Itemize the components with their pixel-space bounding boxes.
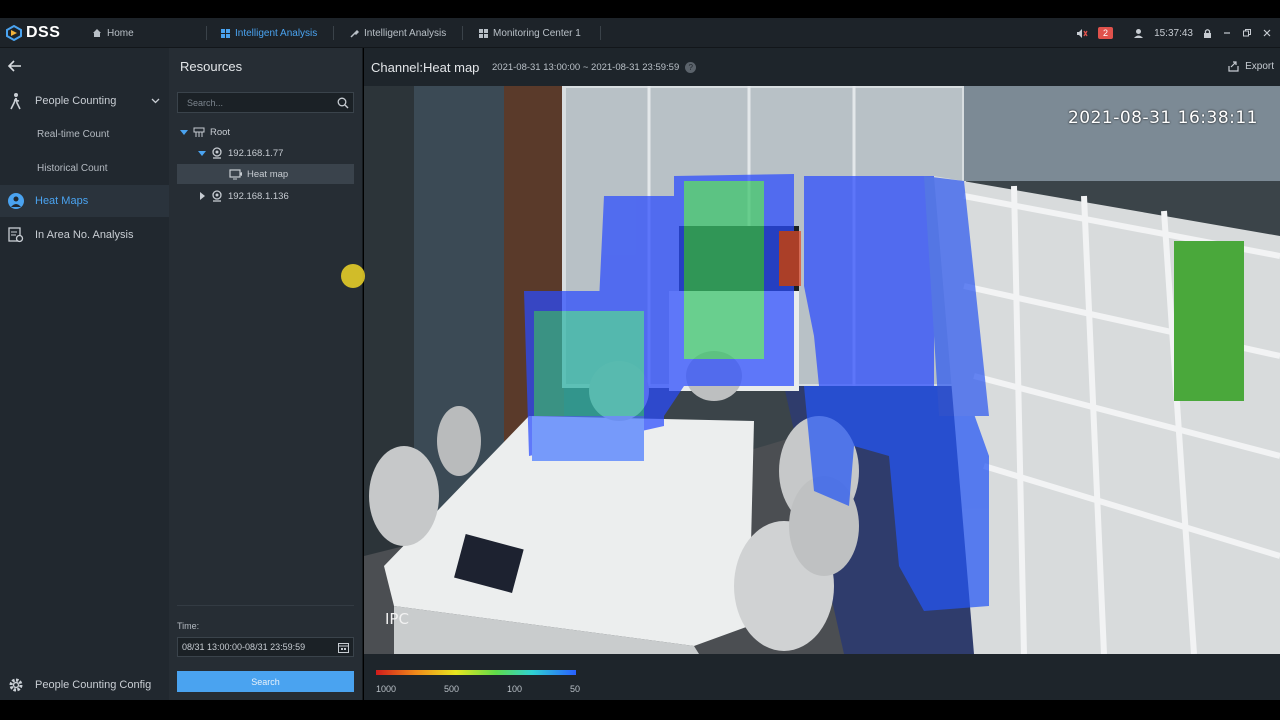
app-logo: DSS — [6, 23, 60, 43]
search-button[interactable]: Search — [177, 671, 354, 692]
time-range-text: 2021-08-31 13:00:00 ~ 2021-08-31 23:59:5… — [492, 62, 680, 73]
config-label: People Counting Config — [35, 679, 152, 691]
sidebar-item-heat-maps[interactable]: Heat Maps — [0, 185, 169, 217]
time-range-field[interactable]: 08/31 13:00:00-08/31 23:59:59 — [177, 637, 354, 657]
sidebar-item-label: In Area No. Analysis — [35, 229, 134, 241]
tab-label: Home — [107, 27, 134, 39]
back-arrow-icon[interactable] — [6, 58, 24, 74]
camera-device-icon — [212, 190, 222, 202]
tab-monitoring-center[interactable]: Monitoring Center 1 — [479, 18, 581, 48]
heatmap-video-view[interactable]: 2021-08-31 16:38:11 IPC — [364, 86, 1280, 654]
tree-node-root[interactable]: Root — [177, 122, 354, 142]
tab-intelligent-analysis[interactable]: Intelligent Analysis — [350, 18, 446, 48]
expand-triangle-icon[interactable] — [198, 150, 206, 156]
tree-node-label: Root — [210, 126, 231, 138]
legend-label-1000: 1000 — [376, 684, 397, 694]
tab-divider — [462, 26, 463, 40]
tree-node-heat-map[interactable]: Heat map — [177, 164, 354, 184]
search-placeholder: Search... — [187, 97, 224, 108]
tab-divider — [600, 26, 601, 40]
sidebar-item-label: Heat Maps — [35, 195, 89, 207]
time-label: Time: — [177, 621, 200, 631]
channel-icon — [229, 168, 242, 179]
legend-label-50: 50 — [570, 684, 581, 694]
app-logo-text: DSS — [26, 24, 61, 41]
sidebar-item-in-area-analysis[interactable]: In Area No. Analysis — [0, 219, 169, 251]
search-input[interactable]: Search... — [177, 92, 354, 113]
osd-timestamp: 2021-08-31 16:38:11 — [1067, 108, 1258, 128]
alarm-count-badge[interactable]: 2 — [1098, 27, 1114, 39]
grid-icon — [221, 28, 230, 38]
tree-node-label: Heat map — [247, 168, 289, 180]
channel-title: Channel:Heat map — [371, 60, 480, 75]
left-sidebar: People Counting Real-time Count Historic… — [0, 48, 169, 700]
people-counting-config[interactable]: People Counting Config — [0, 672, 169, 698]
root-device-icon — [193, 127, 205, 137]
chevron-down-icon — [151, 98, 160, 104]
tree-node-label: 192.168.1.77 — [228, 147, 284, 159]
help-icon[interactable]: ? — [685, 62, 697, 73]
lock-icon[interactable] — [1203, 28, 1212, 39]
legend-label-500: 500 — [444, 684, 460, 694]
calendar-icon[interactable] — [338, 642, 349, 653]
tab-divider — [333, 26, 334, 40]
osd-camera-label: IPC — [385, 610, 409, 628]
sidebar-item-people-counting[interactable]: People Counting — [0, 85, 169, 117]
user-icon[interactable] — [1133, 28, 1144, 39]
clock: 15:37:43 — [1154, 27, 1193, 39]
tab-divider — [206, 26, 207, 40]
resources-panel: Resources Search... Root 192.168.1.77 He… — [169, 48, 363, 700]
mouse-cursor-highlight — [341, 264, 365, 288]
person-walk-icon — [7, 92, 25, 110]
heatmap-icon — [7, 192, 25, 210]
tree-node-device-77[interactable]: 192.168.1.77 — [177, 143, 354, 163]
top-right-controls: 2 15:37:43 — [1076, 18, 1280, 48]
sidebar-item-label: People Counting — [35, 95, 117, 107]
restore-icon[interactable] — [1242, 28, 1252, 38]
minimize-icon[interactable] — [1222, 28, 1232, 38]
heat-legend — [376, 670, 576, 676]
expand-triangle-icon[interactable] — [180, 129, 188, 135]
heat-legend-gradient — [376, 670, 576, 675]
top-bar: DSS Home Intelligent Analysis Intelligen… — [0, 18, 1280, 48]
speaker-mute-icon[interactable] — [1076, 28, 1088, 39]
home-icon — [93, 29, 101, 37]
camera-scene-image — [364, 86, 1280, 654]
tool-icon — [350, 29, 359, 38]
tree-node-label: 192.168.1.136 — [228, 190, 289, 202]
tree-node-device-136[interactable]: 192.168.1.136 — [177, 186, 354, 206]
export-icon — [1228, 61, 1239, 72]
divider — [177, 605, 354, 606]
tab-home[interactable]: Home — [92, 18, 134, 48]
time-range-display: 2021-08-31 13:00:00 ~ 2021-08-31 23:59:5… — [492, 62, 697, 73]
gear-icon — [7, 676, 25, 694]
export-label: Export — [1245, 61, 1274, 72]
tab-label: Intelligent Analysis — [235, 27, 318, 39]
export-button[interactable]: Export — [1228, 61, 1274, 72]
tab-label: Intelligent Analysis — [364, 27, 447, 39]
area-analysis-icon — [7, 226, 25, 244]
dss-logo-icon — [6, 25, 22, 41]
main-panel: Channel:Heat map 2021-08-31 13:00:00 ~ 2… — [364, 48, 1280, 700]
close-icon[interactable] — [1262, 28, 1272, 38]
time-range-value: 08/31 13:00:00-08/31 23:59:59 — [182, 642, 306, 652]
sidebar-item-historical-count[interactable]: Historical Count — [37, 163, 108, 174]
collapsed-triangle-icon[interactable] — [200, 192, 205, 200]
legend-label-100: 100 — [507, 684, 523, 694]
search-icon[interactable] — [337, 97, 349, 109]
resources-title: Resources — [180, 59, 243, 74]
grid-icon — [479, 28, 488, 38]
sidebar-item-real-time-count[interactable]: Real-time Count — [37, 129, 109, 140]
tab-intelligent-analysis-active[interactable]: Intelligent Analysis — [221, 18, 317, 48]
tab-label: Monitoring Center 1 — [493, 27, 581, 39]
camera-device-icon — [212, 147, 222, 159]
